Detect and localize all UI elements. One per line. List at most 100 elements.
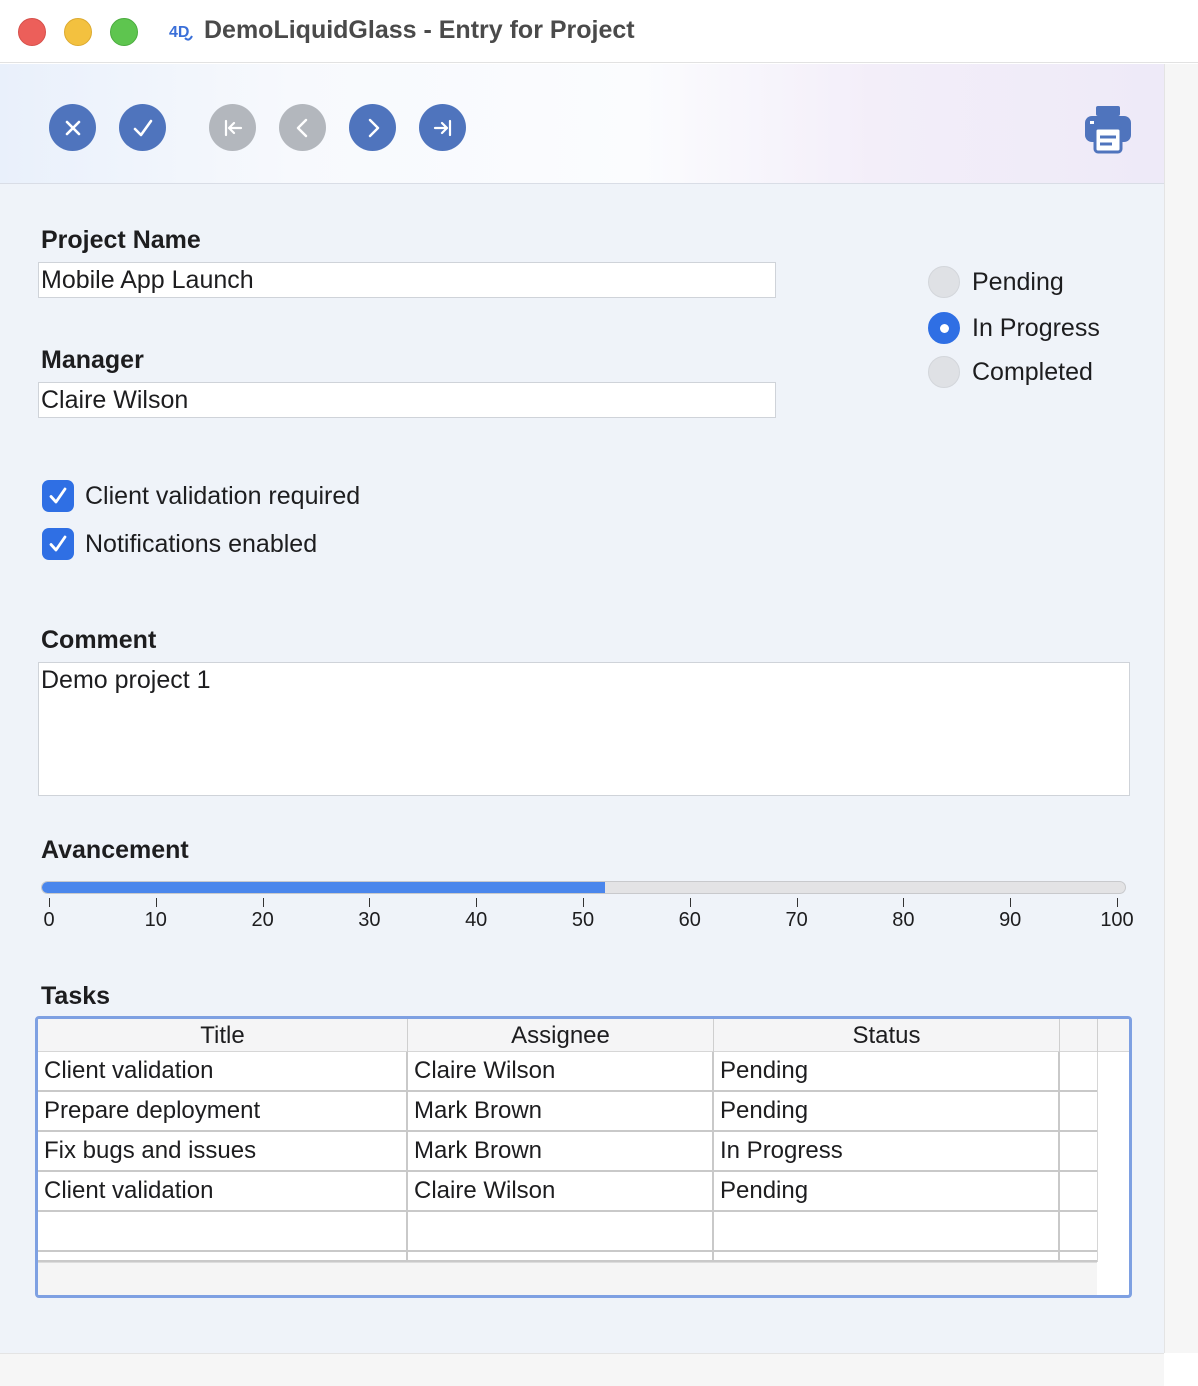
last-record-icon [433, 119, 451, 136]
cell-assignee: Mark Brown [408, 1092, 714, 1130]
cell-assignee: Mark Brown [408, 1132, 714, 1170]
cell-status: Pending [714, 1092, 1060, 1130]
progress-tick [689, 898, 691, 907]
cell-status [714, 1212, 1060, 1250]
table-row[interactable]: Client validation Claire Wilson Pending [38, 1052, 1097, 1092]
table-row[interactable]: Fix bugs and issues Mark Brown In Progre… [38, 1132, 1097, 1172]
column-header-assignee[interactable]: Assignee [408, 1019, 714, 1052]
progress-tick-label: 50 [571, 909, 595, 931]
progress-tick-label: 60 [678, 909, 701, 931]
checkmark-icon [49, 535, 67, 552]
progress-tick [1117, 898, 1118, 907]
column-header-status[interactable]: Status [714, 1019, 1060, 1052]
comment-label: Comment [41, 626, 157, 654]
progress-tick [155, 898, 157, 907]
project-name-field[interactable]: Mobile App Launch [38, 262, 776, 298]
cell-assignee: Claire Wilson [408, 1052, 714, 1090]
radio-label-completed: Completed [972, 357, 1093, 386]
title-bar: 4D DemoLiquidGlass - Entry for Project [0, 0, 1198, 63]
window-title: DemoLiquidGlass - Entry for Project [204, 16, 635, 44]
last-record-button[interactable] [419, 104, 466, 151]
toolbar [0, 64, 1164, 184]
radio-button[interactable] [928, 356, 960, 388]
radio-status-in-progress[interactable]: In Progress [928, 311, 1100, 345]
close-icon [65, 120, 80, 135]
progress-tick-label: 90 [999, 909, 1022, 931]
table-horizontal-scrollbar[interactable] [38, 1262, 1097, 1295]
cell-status [714, 1252, 1060, 1262]
table-row[interactable]: Prepare deployment Mark Brown Pending [38, 1092, 1097, 1132]
progress-tick [583, 898, 584, 907]
progress-tick-label: 0 [43, 909, 55, 931]
progress-tick [1010, 898, 1012, 907]
checkmark-icon [133, 119, 152, 136]
table-row[interactable]: Client validation Claire Wilson Pending [38, 1172, 1097, 1212]
progress-tick-label: 30 [358, 909, 381, 931]
progress-tick [476, 898, 478, 907]
radio-label-pending: Pending [972, 267, 1064, 296]
cell-title [38, 1252, 408, 1262]
cell-title: Client validation [38, 1052, 408, 1090]
table-row-empty[interactable] [38, 1252, 1097, 1262]
column-header-empty [1060, 1019, 1098, 1052]
window-close-button[interactable] [18, 18, 46, 46]
cancel-button[interactable] [49, 104, 96, 151]
progress-tick-label: 40 [465, 909, 488, 931]
table-row-empty[interactable] [38, 1212, 1097, 1252]
window-minimize-button[interactable] [64, 18, 92, 46]
cell-assignee [408, 1212, 714, 1250]
progress-bar [41, 881, 1126, 894]
progress-tick [49, 898, 50, 907]
cell-status: In Progress [714, 1132, 1060, 1170]
notifications-checkbox[interactable] [42, 528, 74, 560]
cell-status: Pending [714, 1172, 1060, 1210]
cell-title: Client validation [38, 1172, 408, 1210]
progress-bar-fill [42, 882, 606, 893]
progress-tick [796, 898, 798, 907]
next-record-button[interactable] [349, 104, 396, 151]
column-header-title[interactable]: Title [38, 1019, 408, 1052]
manager-label: Manager [41, 346, 144, 374]
radio-button[interactable] [928, 266, 960, 298]
progress-tick-label: 80 [892, 909, 915, 931]
tasks-label: Tasks [41, 982, 111, 1010]
notifications-label: Notifications enabled [85, 529, 318, 558]
window-bottom-edge [0, 1353, 1164, 1386]
radio-status-pending[interactable]: Pending [928, 265, 1064, 299]
cell-assignee: Claire Wilson [408, 1172, 714, 1210]
client-validation-checkbox[interactable] [42, 480, 74, 512]
cell-title: Prepare deployment [38, 1092, 408, 1130]
radio-status-completed[interactable]: Completed [928, 355, 1093, 389]
chevron-left-icon [296, 118, 307, 137]
manager-field[interactable]: Claire Wilson [38, 382, 776, 418]
window-zoom-button[interactable] [110, 18, 138, 46]
validate-button[interactable] [119, 104, 166, 151]
cell-status: Pending [714, 1052, 1060, 1090]
progress-label: Avancement [41, 836, 189, 864]
radio-label-in-progress: In Progress [972, 313, 1100, 342]
tasks-table[interactable]: Title Assignee Status Client validation … [35, 1016, 1132, 1298]
printer-icon[interactable] [1082, 104, 1134, 154]
radio-button-selected[interactable] [928, 312, 960, 344]
progress-tick [369, 898, 371, 907]
client-validation-checkbox-row[interactable]: Client validation required [42, 479, 360, 513]
cell-title [38, 1212, 408, 1250]
notifications-checkbox-row[interactable]: Notifications enabled [42, 527, 317, 561]
checkmark-icon [49, 487, 67, 504]
cell-assignee [408, 1252, 714, 1262]
comment-textarea[interactable]: Demo project 1 [38, 662, 1130, 796]
progress-tick-label: 20 [251, 909, 274, 931]
first-record-button[interactable] [209, 104, 256, 151]
first-record-icon [224, 119, 242, 136]
chevron-right-icon [368, 118, 379, 137]
progress-tick-label: 70 [785, 909, 808, 931]
cell-title: Fix bugs and issues [38, 1132, 408, 1170]
table-vertical-scrollbar[interactable] [1097, 1052, 1129, 1262]
app-4d-icon: 4D [169, 24, 193, 41]
client-validation-label: Client validation required [85, 481, 361, 510]
progress-tick-label: 10 [144, 909, 167, 931]
progress-tick-label: 100 [1100, 909, 1134, 931]
previous-record-button[interactable] [279, 104, 326, 151]
progress-tick [903, 898, 905, 907]
table-header: Title Assignee Status [38, 1019, 1129, 1052]
